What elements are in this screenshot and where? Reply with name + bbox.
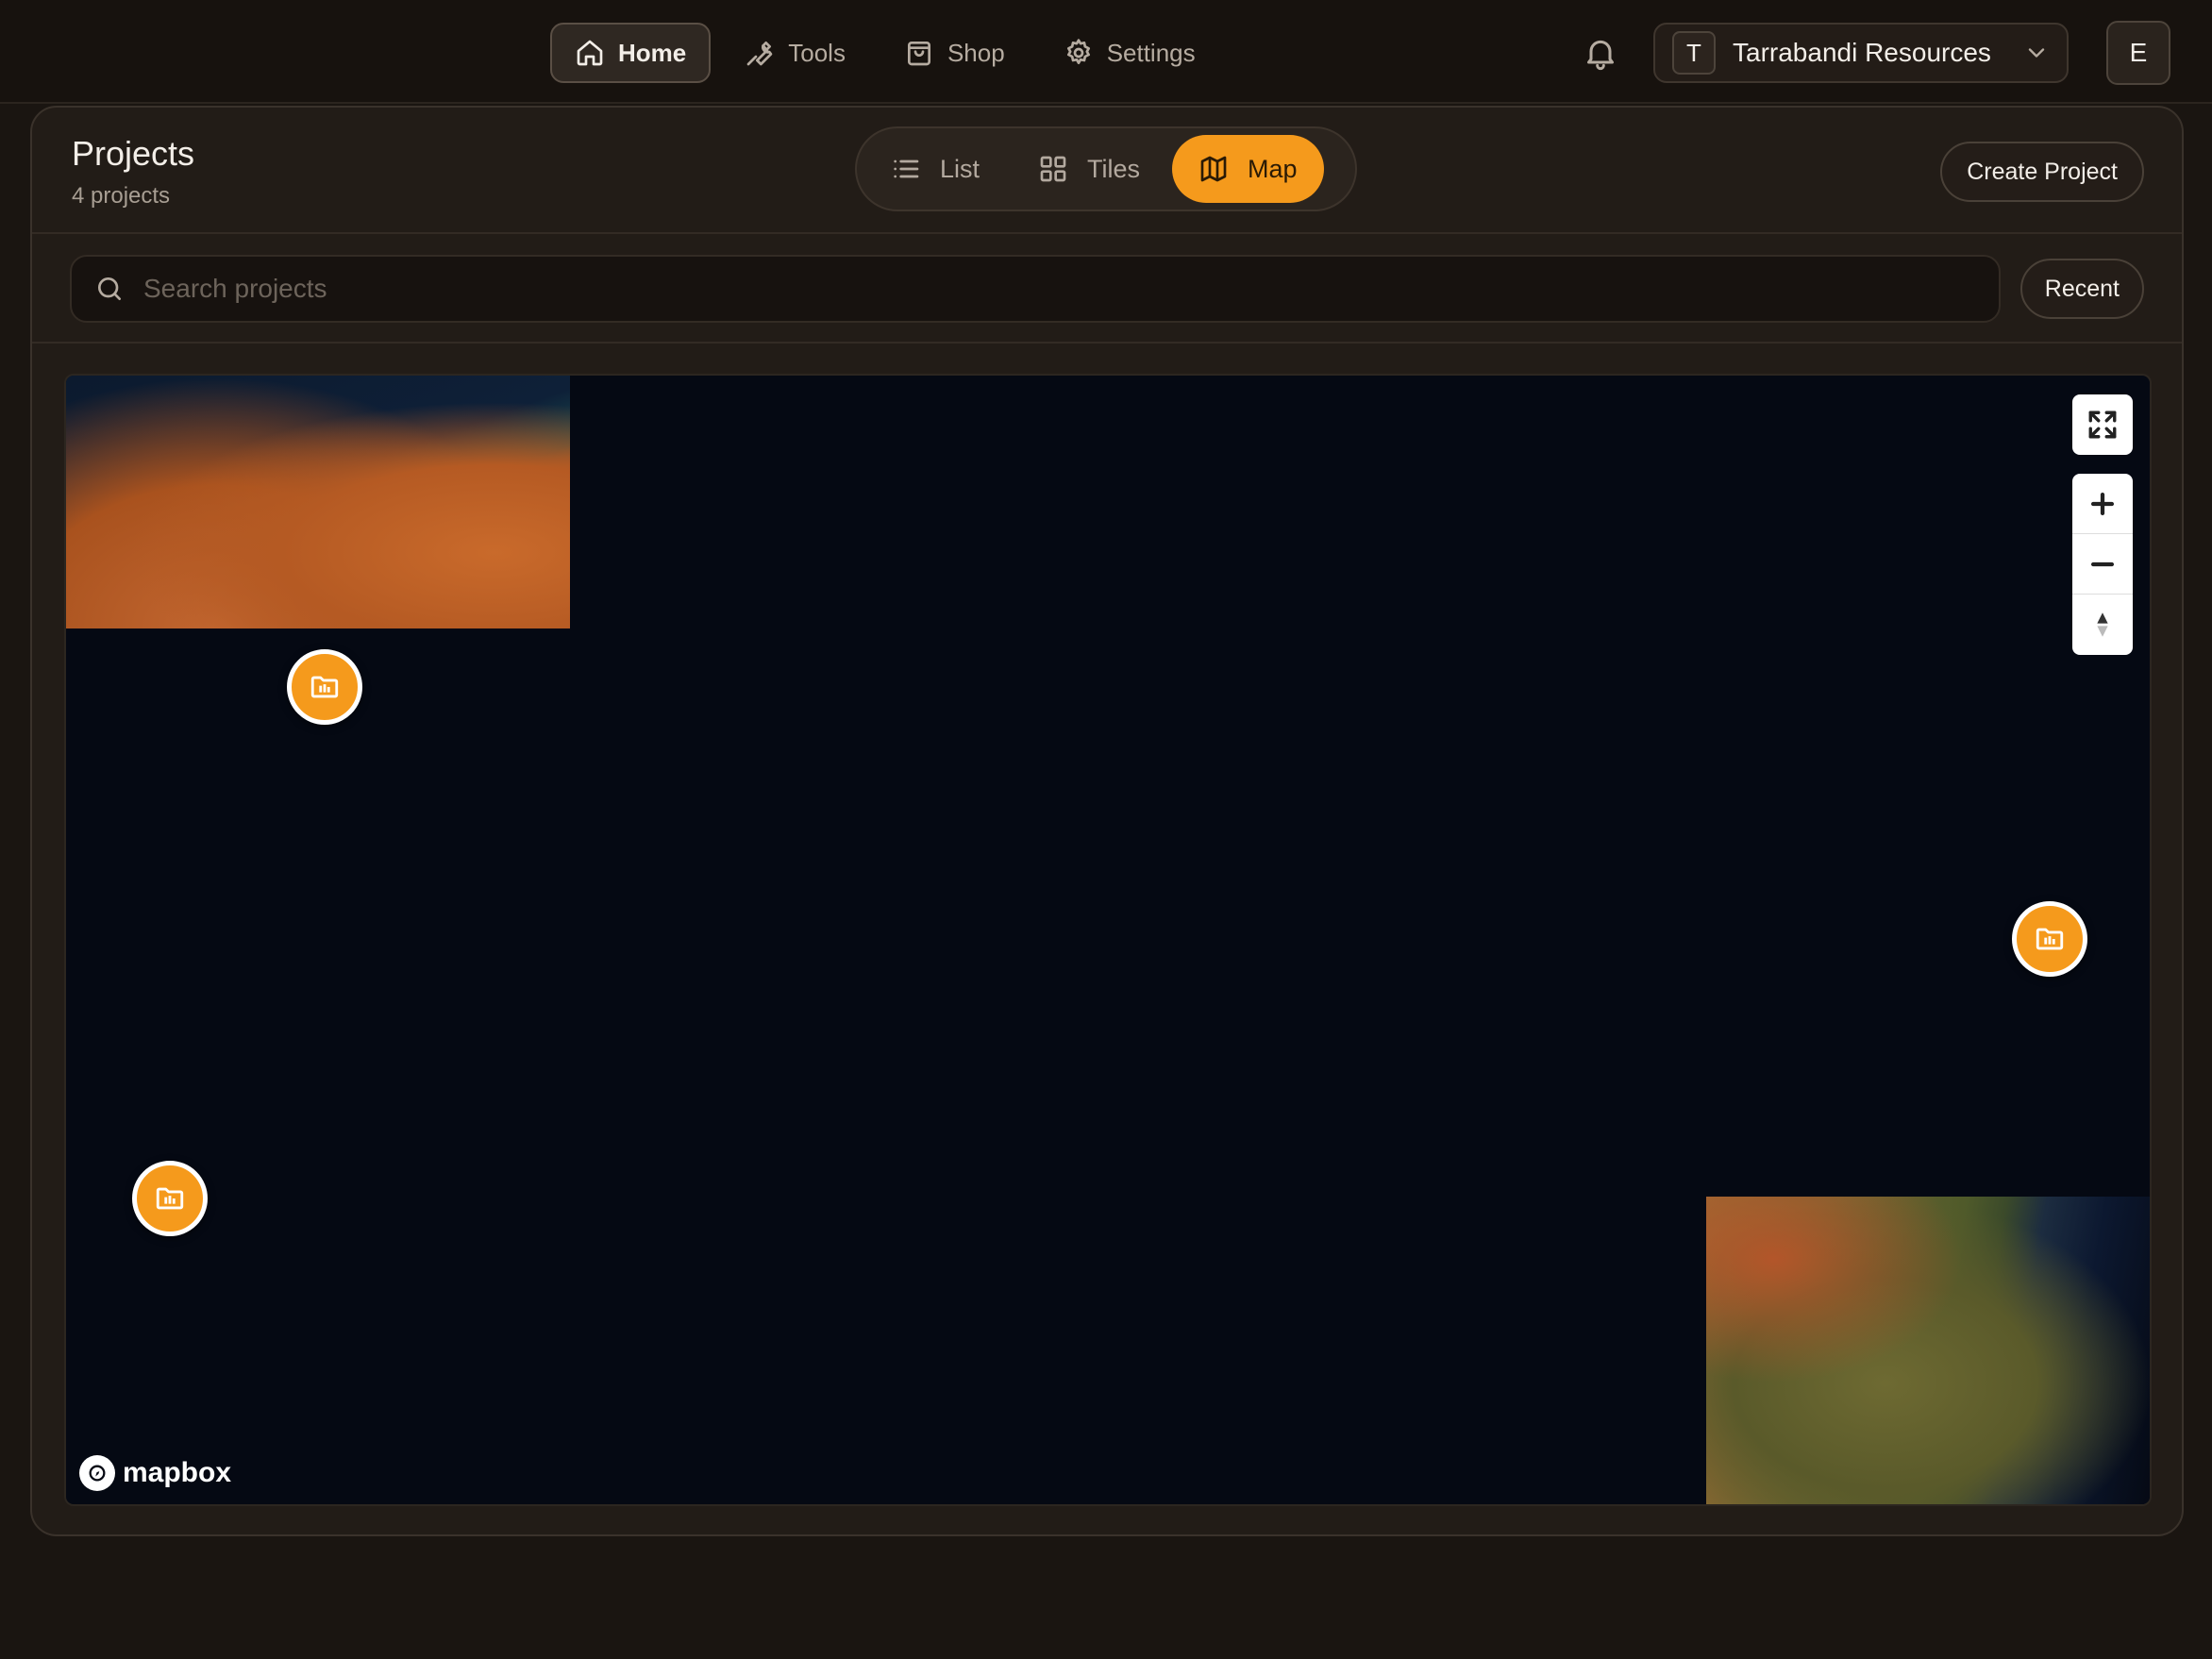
zoom-in-icon (2090, 492, 2115, 515)
user-avatar[interactable]: E (2106, 21, 2170, 85)
panel-header: Projects 4 projects List Tiles Map Creat… (32, 108, 2182, 234)
nav-settings-label: Settings (1106, 38, 1196, 67)
project-folder-icon (310, 676, 339, 698)
fullscreen-control (2072, 394, 2133, 455)
org-badge: T (1672, 31, 1716, 75)
compass-icon (2097, 612, 2108, 637)
main-nav: Home Tools Shop Settings (550, 23, 1220, 83)
view-tiles-label: Tiles (1087, 154, 1141, 183)
nav-tools[interactable]: Tools (720, 23, 870, 83)
search-input[interactable] (143, 274, 1976, 304)
fullscreen-icon (2088, 411, 2117, 439)
nav-shop-label: Shop (947, 38, 1005, 67)
view-list-button[interactable]: List (864, 135, 1006, 203)
gear-icon (1066, 39, 1090, 64)
project-folder-icon (156, 1187, 184, 1210)
view-list-label: List (940, 154, 980, 183)
project-folder-icon (2036, 928, 2064, 950)
zoom-control (2072, 474, 2133, 655)
mapbox-label: mapbox (123, 1457, 232, 1488)
nav-tools-label: Tools (788, 38, 846, 67)
page-title: Projects (72, 134, 195, 173)
search-icon (98, 277, 121, 300)
satellite-tile-southeast (1706, 1197, 2150, 1504)
organization-switcher[interactable]: T Tarrabandi Resources (1653, 23, 2069, 83)
org-name: Tarrabandi Resources (1733, 38, 1991, 67)
map-icon (1200, 156, 1227, 182)
sort-recent-button[interactable]: Recent (2019, 259, 2144, 319)
project-marker[interactable] (287, 649, 362, 725)
top-navigation-bar: Home Tools Shop Settings T Tarrabandi Re… (0, 0, 2212, 104)
search-row: Recent (32, 236, 2182, 344)
project-marker[interactable] (132, 1161, 208, 1236)
fullscreen-button[interactable] (2072, 394, 2133, 455)
view-switcher: List Tiles Map (855, 126, 1357, 211)
nav-home[interactable]: Home (550, 23, 712, 83)
compass-button[interactable] (2072, 595, 2133, 655)
mapbox-logo-icon (79, 1455, 115, 1491)
nav-settings[interactable]: Settings (1039, 23, 1220, 83)
search-box (70, 255, 2001, 323)
home-icon (577, 40, 603, 66)
satellite-tile-northwest (66, 376, 570, 628)
project-count: 4 projects (72, 183, 171, 209)
chevron-down-icon (2028, 48, 2045, 58)
projects-panel: Projects 4 projects List Tiles Map Creat… (30, 106, 2184, 1536)
notification-bell-icon[interactable] (1582, 34, 1619, 72)
grid-icon (1040, 156, 1066, 182)
nav-shop[interactable]: Shop (880, 23, 1030, 83)
zoom-out-icon (2090, 561, 2115, 566)
zoom-in-button[interactable] (2072, 474, 2133, 534)
zoom-out-button[interactable] (2072, 534, 2133, 595)
nav-home-label: Home (618, 38, 687, 67)
create-project-button[interactable]: Create Project (1940, 142, 2144, 202)
view-map-label: Map (1248, 154, 1298, 183)
wrench-icon (746, 42, 773, 66)
mapbox-attribution[interactable]: mapbox (79, 1455, 231, 1491)
shopping-bag-icon (907, 42, 930, 66)
view-tiles-button[interactable]: Tiles (1012, 135, 1166, 203)
list-icon (894, 159, 919, 178)
project-marker[interactable] (2012, 901, 2087, 977)
projects-map[interactable]: mapbox (64, 374, 2152, 1506)
view-map-button[interactable]: Map (1172, 135, 1324, 203)
